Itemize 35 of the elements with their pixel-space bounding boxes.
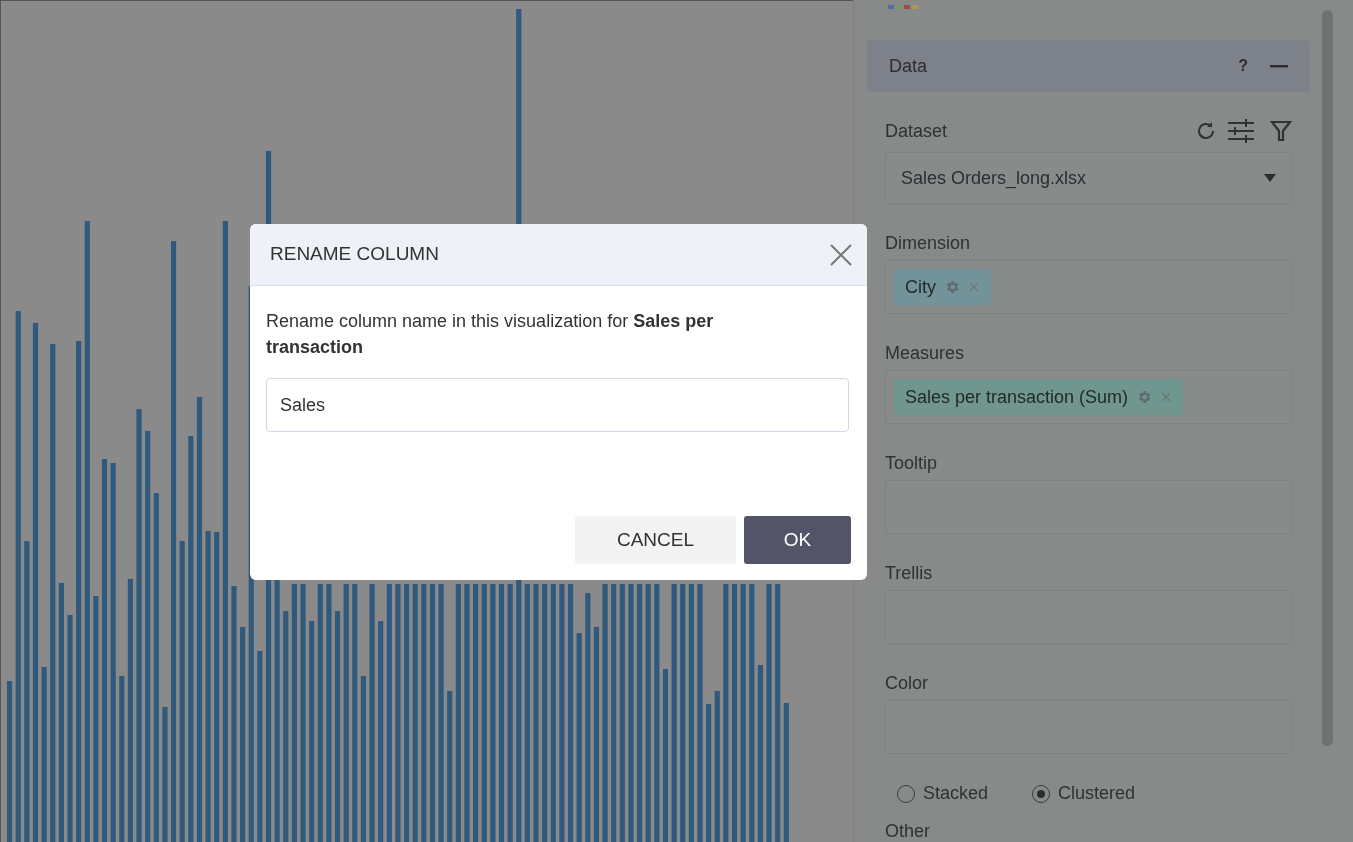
dropdown-caret-icon bbox=[1264, 174, 1276, 182]
remove-icon[interactable] bbox=[1160, 391, 1173, 403]
field-chip[interactable]: City bbox=[894, 269, 991, 305]
drop-zone[interactable]: Sales per transaction (Sum) bbox=[885, 370, 1292, 424]
dialog-button[interactable]: OK bbox=[744, 516, 851, 564]
section-header[interactable]: Data ? bbox=[867, 40, 1310, 92]
drop-zone[interactable]: City bbox=[885, 260, 1292, 314]
logo-icon bbox=[888, 5, 918, 9]
field-label: Dataset bbox=[885, 119, 949, 143]
section-title: Data bbox=[889, 54, 929, 78]
dialog-title: RENAME COLUMN bbox=[270, 242, 440, 267]
chip-label: City bbox=[905, 275, 936, 299]
field-label: Measures bbox=[885, 342, 966, 362]
field-chip[interactable]: Sales per transaction (Sum) bbox=[894, 379, 1184, 415]
dialog-button[interactable]: CANCEL bbox=[575, 516, 736, 564]
field-label: Tooltip bbox=[885, 452, 939, 472]
collapse-icon[interactable] bbox=[1270, 64, 1288, 68]
field-label: Color bbox=[885, 672, 929, 692]
radio-option[interactable]: Stacked bbox=[897, 780, 989, 807]
gear-icon[interactable] bbox=[1136, 389, 1153, 405]
dataset-select[interactable]: Sales Orders_long.xlsx bbox=[885, 152, 1292, 204]
column-name-input[interactable]: Sales bbox=[266, 378, 849, 432]
close-icon[interactable] bbox=[829, 242, 853, 267]
field-label: Trellis bbox=[885, 562, 934, 582]
filter-icon[interactable] bbox=[1270, 119, 1292, 143]
section-label: Other bbox=[885, 821, 932, 841]
help-button[interactable]: ? bbox=[1238, 54, 1248, 78]
scrollbar[interactable] bbox=[1322, 10, 1333, 746]
gear-icon[interactable] bbox=[944, 279, 960, 295]
dialog-message: Rename column name in this visualization for Sales per transaction bbox=[266, 310, 715, 359]
radio-option[interactable]: Clustered bbox=[1032, 780, 1136, 807]
sliders-icon[interactable] bbox=[1226, 117, 1256, 145]
field-label: Dimension bbox=[885, 232, 972, 252]
chip-label: Sales per transaction (Sum) bbox=[905, 385, 1129, 409]
remove-icon[interactable] bbox=[968, 281, 980, 293]
